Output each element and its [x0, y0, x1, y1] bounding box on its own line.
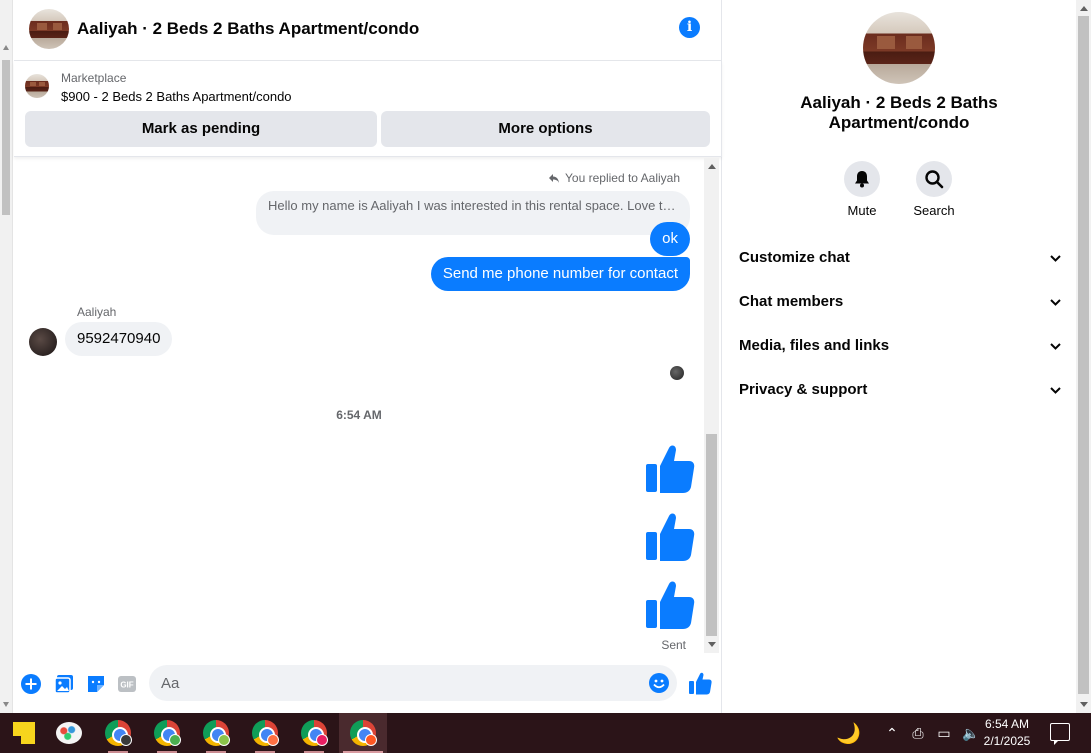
- gif-icon[interactable]: GIF: [117, 674, 137, 694]
- svg-text:GIF: GIF: [120, 681, 133, 690]
- clock-time: 6:54 AM: [984, 717, 1030, 731]
- incoming-message[interactable]: 9592470940: [65, 322, 173, 356]
- emoji-icon[interactable]: [649, 673, 669, 693]
- chevron-down-icon: [1050, 299, 1061, 306]
- listing-mini-thumbnail[interactable]: [25, 74, 49, 98]
- row-label: Media, files and links: [739, 337, 890, 354]
- conversation-info-sidebar: Aaliyah · 2 Beds 2 Baths Apartment/condo…: [723, 0, 1076, 713]
- chrome-profile-3[interactable]: [192, 713, 240, 753]
- profile-badge: [267, 734, 279, 746]
- search-button[interactable]: Search: [904, 161, 964, 218]
- search-label: Search: [913, 203, 955, 218]
- row-label: Chat members: [739, 293, 844, 310]
- listing-thumbnail[interactable]: [29, 9, 69, 49]
- chrome-profile-6-active[interactable]: [339, 713, 387, 753]
- profile-badge: [218, 734, 230, 746]
- message-input[interactable]: [161, 665, 631, 701]
- customize-chat-row[interactable]: Customize chat: [739, 246, 1064, 270]
- sticky-notes-app[interactable]: [0, 713, 48, 753]
- chevron-up-icon[interactable]: ⌃: [884, 725, 900, 742]
- scroll-down-arrow[interactable]: [708, 642, 716, 647]
- night-light-icon[interactable]: 🌙: [836, 713, 861, 753]
- profile-badge: [120, 734, 132, 746]
- taskbar: 🌙 ⌃ ⎙ ▭ 🔈 6:54 AM 2/1/2025: [0, 713, 1091, 753]
- listing-title[interactable]: $900 - 2 Beds 2 Baths Apartment/condo: [61, 89, 292, 104]
- search-icon: [925, 170, 944, 189]
- replied-label: You replied to Aaliyah: [565, 171, 680, 185]
- mute-button[interactable]: Mute: [832, 161, 892, 218]
- scroll-thumb[interactable]: [1078, 16, 1089, 694]
- bell-icon: [855, 171, 869, 188]
- photo-icon[interactable]: [54, 674, 74, 694]
- scroll-up-arrow[interactable]: [1080, 6, 1088, 11]
- chat-panel: Aaliyah · 2 Beds 2 Baths Apartment/condo…: [14, 0, 722, 713]
- thumbs-up-icon[interactable]: [645, 512, 695, 562]
- scroll-up-arrow[interactable]: [708, 164, 716, 169]
- quoted-message[interactable]: Hello my name is Aaliyah I was intereste…: [256, 191, 690, 235]
- reply-icon: [549, 174, 560, 183]
- message-list: You replied to Aaliyah Hello my name is …: [14, 158, 704, 653]
- scroll-up-arrow[interactable]: [3, 45, 9, 50]
- delivery-status: Sent: [661, 638, 686, 652]
- system-clock[interactable]: 6:54 AM 2/1/2025: [976, 716, 1038, 750]
- scroll-thumb[interactable]: [2, 60, 10, 215]
- row-label: Privacy & support: [739, 381, 868, 398]
- clock-date: 2/1/2025: [983, 734, 1031, 748]
- chrome-profile-1[interactable]: [94, 713, 142, 753]
- messenger-window: Aaliyah · 2 Beds 2 Baths Apartment/condo…: [0, 0, 1091, 713]
- mark-as-pending-button[interactable]: Mark as pending: [25, 111, 377, 147]
- reply-indicator: You replied to Aaliyah: [548, 171, 680, 185]
- composer: GIF: [14, 653, 722, 713]
- privacy-support-row[interactable]: Privacy & support: [739, 378, 1064, 402]
- thumbs-up-icon[interactable]: [645, 580, 695, 630]
- notifications-icon[interactable]: [1050, 723, 1070, 745]
- sidebar-scrollbar[interactable]: [1076, 0, 1091, 713]
- chevron-down-icon: [1050, 387, 1061, 394]
- avatar[interactable]: [29, 328, 57, 356]
- profile-badge: [316, 734, 328, 746]
- sticky-notes-icon: [13, 722, 35, 744]
- plus-icon[interactable]: [21, 674, 41, 694]
- chat-header: Aaliyah · 2 Beds 2 Baths Apartment/condo…: [14, 0, 722, 61]
- row-label: Customize chat: [739, 249, 850, 266]
- mute-label: Mute: [847, 203, 877, 218]
- thumbs-up-icon[interactable]: [645, 444, 695, 494]
- profile-badge: [169, 734, 181, 746]
- paint-app[interactable]: [45, 713, 93, 753]
- chat-members-row[interactable]: Chat members: [739, 290, 1064, 314]
- outgoing-message[interactable]: ok: [650, 222, 690, 256]
- like-icon[interactable]: [688, 671, 712, 695]
- scroll-down-arrow[interactable]: [3, 702, 9, 707]
- scroll-down-arrow[interactable]: [1080, 702, 1088, 707]
- chevron-down-icon: [1050, 343, 1061, 350]
- chevron-down-icon: [1050, 255, 1061, 262]
- page-scrollbar[interactable]: [0, 0, 13, 713]
- chrome-profile-4[interactable]: [241, 713, 289, 753]
- profile-badge: [365, 734, 377, 746]
- more-options-button[interactable]: More options: [381, 111, 710, 147]
- scroll-thumb[interactable]: [706, 434, 717, 636]
- chat-scrollbar[interactable]: [704, 158, 719, 653]
- sender-name: Aaliyah: [77, 305, 117, 319]
- info-icon[interactable]: i: [679, 17, 700, 38]
- read-receipt-avatar: [670, 366, 684, 380]
- media-files-links-row[interactable]: Media, files and links: [739, 334, 1064, 358]
- chrome-profile-5[interactable]: [290, 713, 338, 753]
- chat-title[interactable]: Aaliyah · 2 Beds 2 Baths Apartment/condo: [77, 19, 419, 39]
- sticker-icon[interactable]: [86, 674, 106, 694]
- chrome-profile-2[interactable]: [143, 713, 191, 753]
- meet-now-icon[interactable]: ⎙: [910, 725, 926, 742]
- profile-name: Aaliyah · 2 Beds 2 Baths Apartment/condo: [800, 93, 998, 132]
- network-icon[interactable]: ▭: [936, 725, 952, 742]
- paint-icon: [56, 722, 82, 744]
- outgoing-message[interactable]: Send me phone number for contact: [430, 257, 690, 291]
- profile-picture[interactable]: [863, 12, 935, 84]
- timestamp: 6:54 AM: [336, 408, 382, 422]
- marketplace-bar: Marketplace $900 - 2 Beds 2 Baths Apartm…: [14, 61, 722, 157]
- system-tray: ⌃ ⎙ ▭ 🔈: [884, 713, 979, 753]
- marketplace-label: Marketplace: [61, 71, 127, 85]
- message-input-container[interactable]: [149, 665, 677, 701]
